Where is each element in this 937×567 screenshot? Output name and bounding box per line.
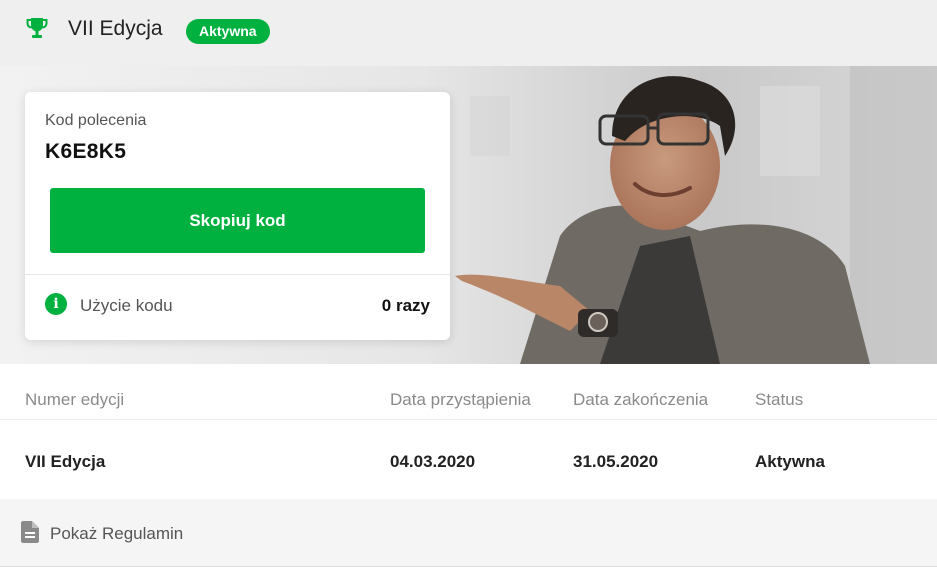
edition-header: VII Edycja Aktywna (0, 0, 937, 66)
column-header-join-date: Data przystąpienia (390, 390, 531, 409)
page-title: VII Edycja (68, 17, 163, 40)
show-terms-link[interactable]: Pokaż Regulamin (0, 499, 937, 567)
column-header-edition: Numer edycji (25, 390, 125, 409)
trophy-icon (26, 18, 48, 38)
info-icon: i (45, 293, 67, 315)
table-cell-edition: VII Edycja (25, 452, 106, 471)
referral-code-label: Kod polecenia (45, 112, 147, 129)
copy-code-button[interactable]: Skopiuj kod (50, 188, 425, 253)
table-cell-join-date: 04.03.2020 (390, 452, 476, 471)
document-icon (21, 521, 39, 543)
status-badge: Aktywna (186, 19, 270, 44)
column-header-end-date: Data zakończenia (573, 390, 709, 409)
show-terms-label: Pokaż Regulamin (50, 524, 184, 543)
table-cell-end-date: 31.05.2020 (573, 452, 659, 471)
referral-code-card: Kod polecenia K6E8K5 Skopiuj kod i Użyci… (25, 92, 450, 340)
referral-code-value: K6E8K5 (45, 140, 127, 163)
editions-table: Numer edycji Data przystąpienia Data zak… (0, 364, 937, 499)
table-divider (0, 419, 937, 420)
code-usage-label: Użycie kodu (80, 296, 173, 315)
code-usage-value: 0 razy (381, 296, 430, 315)
table-cell-status: Aktywna (755, 452, 825, 471)
column-header-status: Status (755, 390, 804, 409)
card-divider (25, 274, 450, 275)
